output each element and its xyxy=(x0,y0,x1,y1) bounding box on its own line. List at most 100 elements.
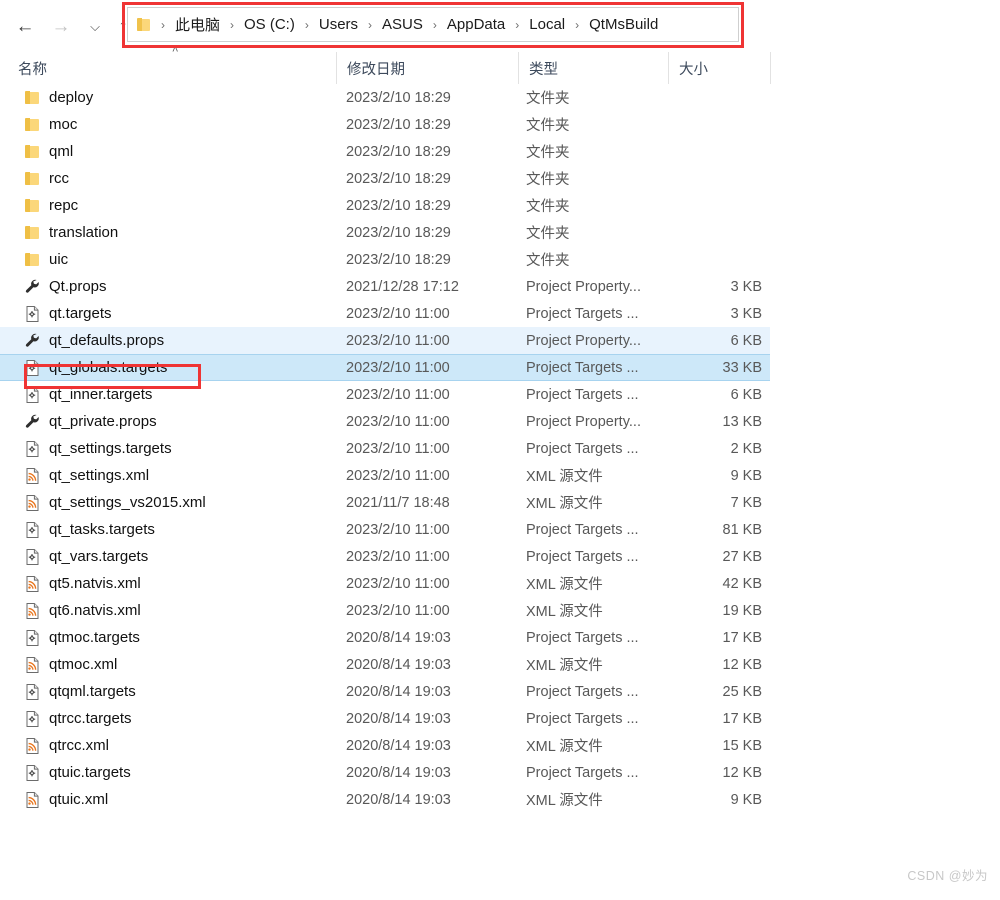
file-type-cell: XML 源文件 xyxy=(526,577,603,593)
file-row[interactable]: qtrcc.targets 2020/8/14 19:03 Project Targ… xyxy=(0,705,770,732)
file-name-cell[interactable]: rcc xyxy=(0,170,336,188)
file-name-cell[interactable]: qt6.natvis.xml xyxy=(0,602,336,620)
breadcrumb-item-appdata[interactable]: AppData xyxy=(444,14,508,35)
file-name-cell[interactable]: moc xyxy=(0,116,336,134)
file-name-cell[interactable]: Qt.props xyxy=(0,278,336,296)
file-name-cell[interactable]: repc xyxy=(0,197,336,215)
file-row[interactable]: qt_inner.targets 2023/2/10 11:00 Project T… xyxy=(0,381,770,408)
file-row[interactable]: qtuic.targets 2020/8/14 19:03 Project Targ… xyxy=(0,759,770,786)
file-name-cell[interactable]: qt.targets xyxy=(0,305,336,323)
navigation-bar: ← → ⌵ ↑ › 此电脑 › OS (C:) › Users › ASUS ›… xyxy=(0,0,1000,50)
file-name-cell[interactable]: qtrcc.xml xyxy=(0,737,336,755)
breadcrumb-separator: › xyxy=(368,17,373,32)
file-name-cell[interactable]: qtuic.targets xyxy=(0,764,336,782)
file-name-cell[interactable]: qtmoc.targets xyxy=(0,629,336,647)
file-row[interactable]: qt_defaults.props 2023/2/10 11:00 Project … xyxy=(0,327,770,354)
file-date-cell: 2020/8/14 19:03 xyxy=(346,683,451,700)
file-name-cell[interactable]: qt_defaults.props xyxy=(0,332,336,350)
file-type-cell: XML 源文件 xyxy=(526,658,603,674)
address-breadcrumb-bar[interactable]: › 此电脑 › OS (C:) › Users › ASUS › AppData… xyxy=(127,7,739,42)
file-name-cell[interactable]: qml xyxy=(0,143,336,161)
file-row[interactable]: qtmoc.targets 2020/8/14 19:03 Project Targ… xyxy=(0,624,770,651)
file-type-cell: Project Targets ... xyxy=(526,710,639,727)
file-name-cell[interactable]: qt_globals.targets xyxy=(0,359,336,377)
file-type-cell: XML 源文件 xyxy=(526,496,603,512)
column-header-row: 名称 修改日期 类型 大小 xyxy=(0,52,1000,84)
file-row[interactable]: uic 2023/2/10 18:29 文件夹 xyxy=(0,246,770,273)
file-row[interactable]: qt_vars.targets 2023/2/10 11:00 Project Ta… xyxy=(0,543,770,570)
file-date-cell: 2023/2/10 11:00 xyxy=(346,359,450,376)
file-row[interactable]: qt5.natvis.xml 2023/2/10 11:00 XML 源文件 42 K… xyxy=(0,570,770,597)
file-row[interactable]: deploy 2023/2/10 18:29 文件夹 xyxy=(0,84,770,111)
file-row[interactable]: rcc 2023/2/10 18:29 文件夹 xyxy=(0,165,770,192)
breadcrumb-separator: › xyxy=(304,17,309,32)
file-row[interactable]: qt_settings.targets 2023/2/10 11:00 Projec… xyxy=(0,435,770,462)
file-date-cell: 2023/2/10 11:00 xyxy=(346,548,450,565)
file-row[interactable]: qtrcc.xml 2020/8/14 19:03 XML 源文件 15 KB xyxy=(0,732,770,759)
file-row[interactable]: qt.targets 2023/2/10 11:00 Project Targets… xyxy=(0,300,770,327)
file-name-cell[interactable]: qt_settings.targets xyxy=(0,440,336,458)
file-name-cell[interactable]: qt_private.props xyxy=(0,413,336,431)
file-row[interactable]: qtqml.targets 2020/8/14 19:03 Project Targ… xyxy=(0,678,770,705)
breadcrumb-item-users[interactable]: Users xyxy=(316,14,361,35)
column-header-date-modified[interactable]: 修改日期 xyxy=(336,52,518,84)
file-type-cell: 文件夹 xyxy=(526,226,570,242)
file-size-cell: 3 KB xyxy=(730,278,762,295)
file-name-cell[interactable]: translation xyxy=(0,224,336,242)
file-name-cell[interactable]: qt_settings.xml xyxy=(0,467,336,485)
file-row[interactable]: qt_settings_vs2015.xml 2021/11/7 18:48 XML… xyxy=(0,489,770,516)
file-row[interactable]: Qt.props 2021/12/28 17:12 Project Property… xyxy=(0,273,770,300)
column-header-size[interactable]: 大小 xyxy=(668,52,770,84)
file-date-cell: 2023/2/10 11:00 xyxy=(346,332,450,349)
file-row[interactable]: qt_private.props 2023/2/10 11:00 Project P… xyxy=(0,408,770,435)
breadcrumb-item-this-pc[interactable]: 此电脑 xyxy=(172,12,223,37)
file-type-cell: Project Targets ... xyxy=(526,521,639,538)
file-row[interactable]: translation 2023/2/10 18:29 文件夹 xyxy=(0,219,770,246)
file-name-cell[interactable]: qt_tasks.targets xyxy=(0,521,336,539)
file-name-cell[interactable]: deploy xyxy=(0,89,336,107)
file-row[interactable]: moc 2023/2/10 18:29 文件夹 xyxy=(0,111,770,138)
forward-icon[interactable]: → xyxy=(48,14,74,38)
file-row[interactable]: qt_globals.targets 2023/2/10 11:00 Project… xyxy=(0,354,770,381)
folder-icon xyxy=(24,224,41,242)
file-name-cell[interactable]: qt5.natvis.xml xyxy=(0,575,336,593)
file-date-cell: 2020/8/14 19:03 xyxy=(346,791,451,808)
column-header-type[interactable]: 类型 xyxy=(518,52,668,84)
xml-file-icon xyxy=(24,494,41,512)
file-name-cell[interactable]: qt_settings_vs2015.xml xyxy=(0,494,336,512)
folder-icon xyxy=(24,197,41,215)
breadcrumb-item-qtmsbuild[interactable]: QtMsBuild xyxy=(586,14,661,35)
breadcrumb-item-asus[interactable]: ASUS xyxy=(379,14,426,35)
file-size-cell: 81 KB xyxy=(722,521,763,538)
targets-file-icon xyxy=(24,764,41,782)
back-icon[interactable]: ← xyxy=(12,14,38,38)
folder-icon xyxy=(24,89,41,107)
file-row[interactable]: qt6.natvis.xml 2023/2/10 11:00 XML 源文件 19 K… xyxy=(0,597,770,624)
file-type-cell: 文件夹 xyxy=(526,118,570,134)
breadcrumb-item-os-c[interactable]: OS (C:) xyxy=(241,14,298,35)
file-name-cell[interactable]: qt_vars.targets xyxy=(0,548,336,566)
breadcrumb-item-local[interactable]: Local xyxy=(526,14,568,35)
file-size-cell: 17 KB xyxy=(722,710,763,727)
file-name-cell[interactable]: qtmoc.xml xyxy=(0,656,336,674)
file-row[interactable]: repc 2023/2/10 18:29 文件夹 xyxy=(0,192,770,219)
breadcrumb-separator: › xyxy=(161,17,165,32)
targets-file-icon xyxy=(24,386,41,404)
file-name-cell[interactable]: qtqml.targets xyxy=(0,683,336,701)
chevron-down-icon[interactable]: ⌵ xyxy=(82,14,108,38)
file-row[interactable]: qtmoc.xml 2020/8/14 19:03 XML 源文件 12 KB xyxy=(0,651,770,678)
file-size-cell: 33 KB xyxy=(722,359,763,376)
file-name-cell[interactable]: qt_inner.targets xyxy=(0,386,336,404)
file-date-cell: 2023/2/10 11:00 xyxy=(346,305,450,322)
file-row[interactable]: qml 2023/2/10 18:29 文件夹 xyxy=(0,138,770,165)
file-date-cell: 2023/2/10 18:29 xyxy=(346,197,451,214)
file-size-cell: 27 KB xyxy=(722,548,763,565)
wrench-icon xyxy=(24,413,41,431)
file-name-cell[interactable]: qtuic.xml xyxy=(0,791,336,809)
file-row[interactable]: qt_settings.xml 2023/2/10 11:00 XML 源文件 9 K… xyxy=(0,462,770,489)
file-name-cell[interactable]: uic xyxy=(0,251,336,269)
file-row[interactable]: qtuic.xml 2020/8/14 19:03 XML 源文件 9 KB xyxy=(0,786,770,813)
column-header-name[interactable]: 名称 xyxy=(0,52,336,84)
file-name-cell[interactable]: qtrcc.targets xyxy=(0,710,336,728)
file-row[interactable]: qt_tasks.targets 2023/2/10 11:00 Project T… xyxy=(0,516,770,543)
